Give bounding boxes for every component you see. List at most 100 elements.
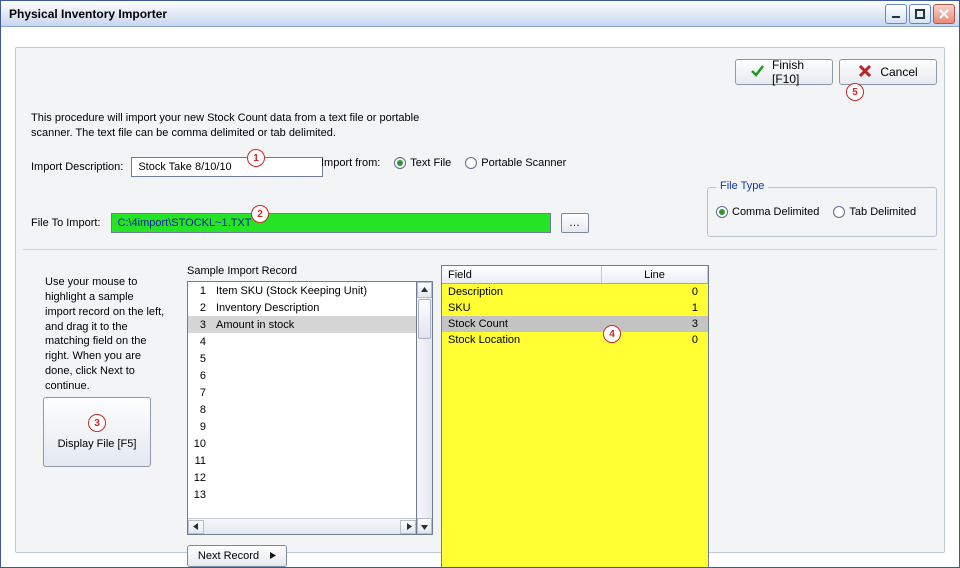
radio-tab-label: Tab Delimited (849, 206, 916, 218)
field-line: 0 (602, 286, 708, 298)
scroll-right-icon[interactable] (400, 520, 416, 534)
sample-row[interactable]: 6 (188, 367, 416, 384)
file-type-legend: File Type (716, 180, 768, 192)
sample-row[interactable]: 9 (188, 418, 416, 435)
radio-portable-scanner-label: Portable Scanner (481, 157, 566, 169)
file-to-import-label: File To Import: (31, 217, 101, 229)
import-description-input[interactable] (131, 157, 323, 177)
radio-tab-delimited[interactable]: Tab Delimited (833, 206, 916, 218)
next-record-button[interactable]: Next Record (187, 545, 287, 567)
sample-row[interactable]: 11 (188, 452, 416, 469)
row-number: 10 (188, 438, 212, 450)
radio-icon (716, 206, 728, 218)
client-area: Finish [F10] Cancel 5 This procedure wil… (1, 27, 959, 567)
sample-row[interactable]: 2Inventory Description (188, 299, 416, 316)
window-title: Physical Inventory Importer (5, 7, 883, 21)
sample-row[interactable]: 3Amount in stock (188, 316, 416, 333)
field-mapping-table[interactable]: Field Line Description0SKU1Stock Count3S… (441, 265, 709, 567)
play-icon (269, 550, 276, 562)
minimize-button[interactable] (885, 4, 907, 24)
sample-row[interactable]: 7 (188, 384, 416, 401)
display-file-button[interactable]: 3 Display File [F5] (43, 397, 151, 467)
header-field: Field (442, 266, 602, 283)
action-buttons: Finish [F10] Cancel (735, 59, 937, 85)
sample-row[interactable]: 5 (188, 350, 416, 367)
field-name: SKU (442, 302, 602, 314)
scrollbar-horizontal[interactable] (188, 518, 416, 534)
check-icon (750, 64, 764, 81)
row-number: 4 (188, 336, 212, 348)
annotation-badge-2: 2 (251, 205, 269, 223)
radio-icon (833, 206, 845, 218)
sample-row[interactable]: 4 (188, 333, 416, 350)
finish-label: Finish [F10] (772, 58, 818, 86)
import-from-label: Import from: (321, 157, 380, 169)
cancel-label: Cancel (880, 65, 917, 79)
divider (23, 249, 937, 250)
annotation-badge-1: 1 (247, 149, 265, 167)
annotation-badge-4: 4 (603, 325, 621, 343)
cancel-button[interactable]: Cancel (839, 59, 937, 85)
import-description-row: Import Description: (31, 157, 323, 177)
sample-row[interactable]: 12 (188, 469, 416, 486)
field-line: 1 (602, 302, 708, 314)
radio-comma-delimited[interactable]: Comma Delimited (716, 206, 819, 218)
field-row[interactable]: Stock Count3 (442, 316, 708, 332)
maximize-button[interactable] (909, 4, 931, 24)
radio-comma-label: Comma Delimited (732, 206, 819, 218)
annotation-badge-3: 3 (88, 414, 106, 432)
sample-row[interactable]: 1Item SKU (Stock Keeping Unit) (188, 282, 416, 299)
scrollbar-vertical[interactable] (417, 281, 433, 535)
field-row[interactable]: Stock Location0 (442, 332, 708, 348)
row-number: 3 (188, 319, 212, 331)
field-row[interactable]: Description0 (442, 284, 708, 300)
ellipsis-icon: … (569, 217, 580, 229)
row-number: 11 (188, 455, 212, 467)
row-value: Amount in stock (212, 319, 416, 331)
row-number: 7 (188, 387, 212, 399)
field-name: Stock Count (442, 318, 602, 330)
scroll-left-icon[interactable] (188, 520, 204, 534)
row-number: 2 (188, 302, 212, 314)
import-description-label: Import Description: (31, 161, 123, 173)
sample-import-label: Sample Import Record (187, 265, 297, 277)
next-record-label: Next Record (198, 550, 259, 562)
display-file-label: Display File [F5] (58, 438, 137, 450)
radio-text-file[interactable]: Text File (394, 157, 451, 169)
header-line: Line (602, 266, 708, 283)
intro-text: This procedure will import your new Stoc… (31, 111, 431, 141)
row-value: Item SKU (Stock Keeping Unit) (212, 285, 416, 297)
import-from-row: Import from: Text File Portable Scanner (321, 157, 566, 169)
finish-button[interactable]: Finish [F10] (735, 59, 833, 85)
browse-button[interactable]: … (561, 213, 589, 233)
file-to-import-row: File To Import: … (31, 213, 589, 233)
row-number: 9 (188, 421, 212, 433)
radio-text-file-label: Text File (410, 157, 451, 169)
field-name: Stock Location (442, 334, 602, 346)
row-number: 1 (188, 285, 212, 297)
scroll-down-icon[interactable] (417, 518, 432, 534)
sample-row[interactable]: 8 (188, 401, 416, 418)
scroll-up-icon[interactable] (417, 282, 432, 298)
sample-row[interactable]: 10 (188, 435, 416, 452)
close-button[interactable] (933, 4, 955, 24)
sample-import-list[interactable]: 1Item SKU (Stock Keeping Unit)2Inventory… (187, 281, 417, 535)
annotation-badge-5: 5 (846, 83, 864, 101)
sample-row[interactable]: 13 (188, 486, 416, 503)
file-to-import-input[interactable] (111, 213, 551, 233)
row-number: 12 (188, 472, 212, 484)
hint-text: Use your mouse to highlight a sample imp… (45, 275, 165, 394)
radio-icon (465, 157, 477, 169)
field-table-header: Field Line (442, 266, 708, 284)
radio-icon (394, 157, 406, 169)
row-number: 13 (188, 489, 212, 501)
app-window: Physical Inventory Importer Finish [F10]… (0, 0, 960, 568)
radio-portable-scanner[interactable]: Portable Scanner (465, 157, 566, 169)
row-number: 8 (188, 404, 212, 416)
row-value: Inventory Description (212, 302, 416, 314)
row-number: 6 (188, 370, 212, 382)
x-icon (858, 64, 872, 81)
field-row[interactable]: SKU1 (442, 300, 708, 316)
scroll-thumb[interactable] (418, 299, 431, 339)
row-number: 5 (188, 353, 212, 365)
